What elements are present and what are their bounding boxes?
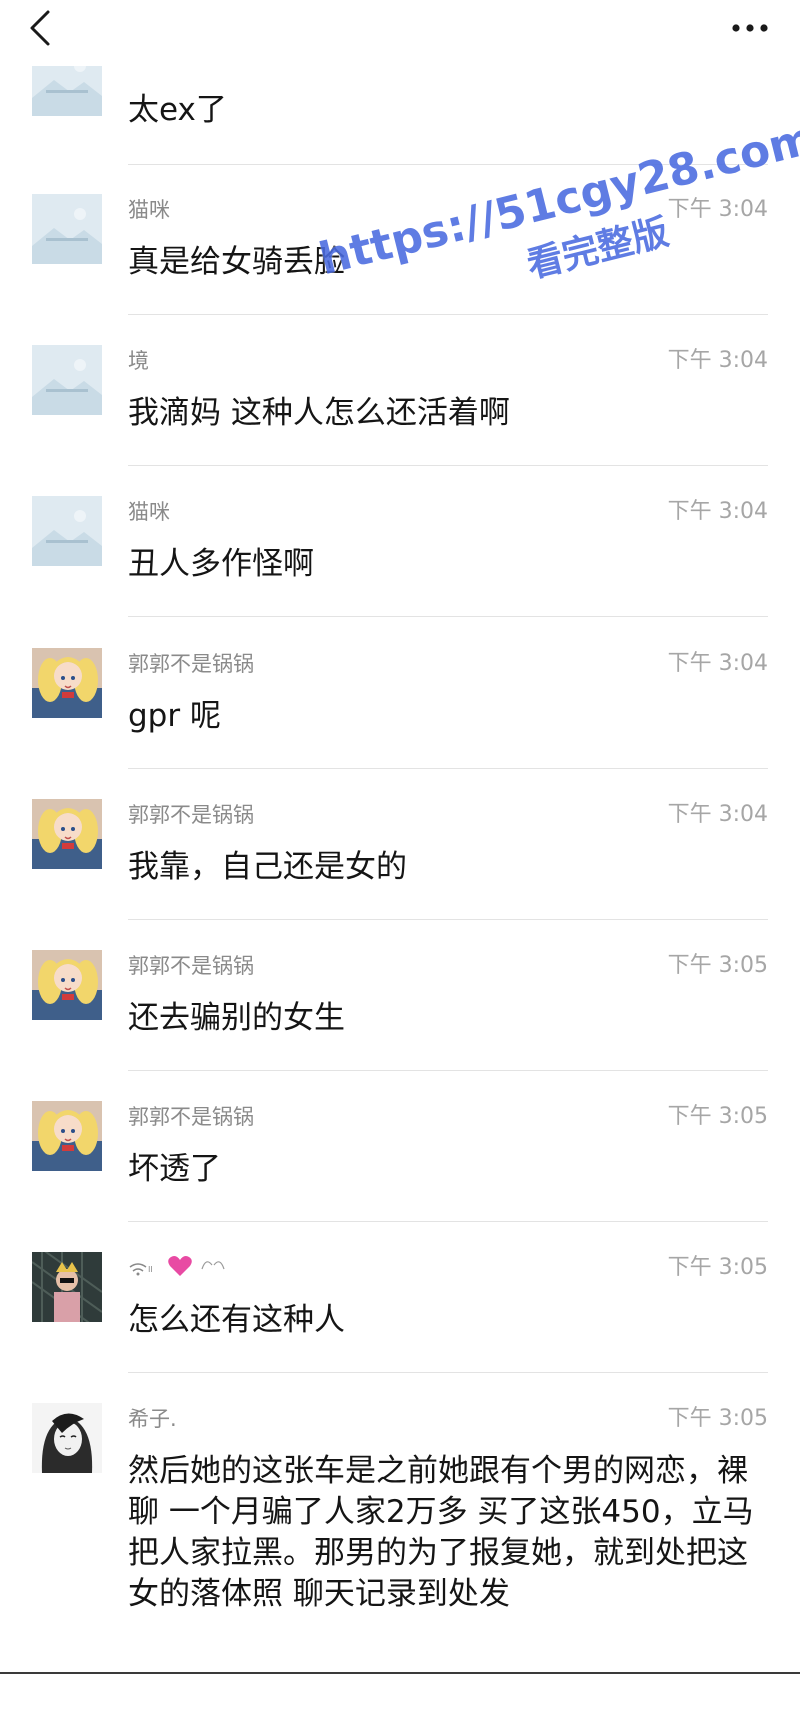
avatar[interactable] [32,496,102,566]
avatar[interactable] [32,950,102,1020]
message-time: 下午 3:05 [667,953,768,978]
ellipsis-icon [732,24,768,32]
separator [128,465,768,466]
placeholder-image-icon [32,496,102,566]
anime-girl-avatar-icon [32,648,102,718]
avatar[interactable] [32,194,102,264]
separator [128,314,768,315]
sender-name: 希子. [128,1407,177,1431]
message-time: 下午 3:05 [667,1104,768,1129]
avatar[interactable] [32,1403,102,1473]
sender-name: 郭郭不是锅锅 [128,803,254,827]
sender-name: 猫咪 [128,198,170,222]
avatar[interactable] [32,345,102,415]
anime-girl-avatar-icon [32,950,102,1020]
message-time: 下午 3:04 [667,651,768,676]
avatar[interactable] [32,648,102,718]
avatar[interactable] [32,1101,102,1171]
sketch-girl-avatar-icon [32,1403,102,1473]
sender-name: 境 [128,349,149,373]
sender-name: 猫咪 [128,500,170,524]
avatar[interactable] [32,1252,102,1322]
more-options-button[interactable] [726,8,774,48]
dark-photo-avatar-icon [32,1252,102,1322]
avatar[interactable] [32,799,102,869]
separator [128,616,768,617]
top-navigation-bar [0,0,800,66]
anime-girl-avatar-icon [32,799,102,869]
separator [128,768,768,769]
separator [128,919,768,920]
message-text: 还去骗别的女生 [128,1000,345,1036]
sender-name: 郭郭不是锅锅 [128,1105,254,1129]
placeholder-image-icon [32,194,102,264]
separator [128,1221,768,1222]
separator [128,1070,768,1071]
message-text: 然后她的这张车是之前她跟有个男的网恋，裸聊 一个月骗了人家2万多 买了这张450… [128,1453,754,1612]
sender-name: 郭郭不是锅锅 [128,954,254,978]
message-text: 丑人多作怪啊 [128,546,314,582]
message-time: 下午 3:05 [667,1255,768,1280]
wings-icon [200,1254,226,1282]
message-time: 下午 3:04 [667,499,768,524]
message-time: 下午 3:04 [667,802,768,827]
message-text: gpr 呢 [128,698,221,734]
separator [128,1372,768,1373]
back-button[interactable] [20,6,64,50]
placeholder-image-icon [32,345,102,415]
message-time: 下午 3:05 [667,1406,768,1431]
wifi-icon [128,1256,148,1284]
bottom-divider [0,1672,800,1674]
message-text: 我滴妈 这种人怎么还活着啊 [128,395,510,431]
anime-girl-avatar-icon [32,1101,102,1171]
message-time: 下午 3:04 [667,348,768,373]
message-text: 怎么还有这种人 [128,1302,345,1338]
message-time: 下午 3:04 [667,197,768,222]
heart-icon [167,1254,193,1285]
sender-name: ₗₗ [128,1254,226,1285]
message-text: 坏透了 [128,1151,221,1187]
message-text: 真是给女骑丢脸 [128,244,345,280]
separator [128,164,768,165]
message-text: 太ex了 [128,92,227,128]
message-text: 我靠，自己还是女的 [128,849,407,885]
chevron-left-icon [30,10,50,46]
sender-name: 郭郭不是锅锅 [128,652,254,676]
